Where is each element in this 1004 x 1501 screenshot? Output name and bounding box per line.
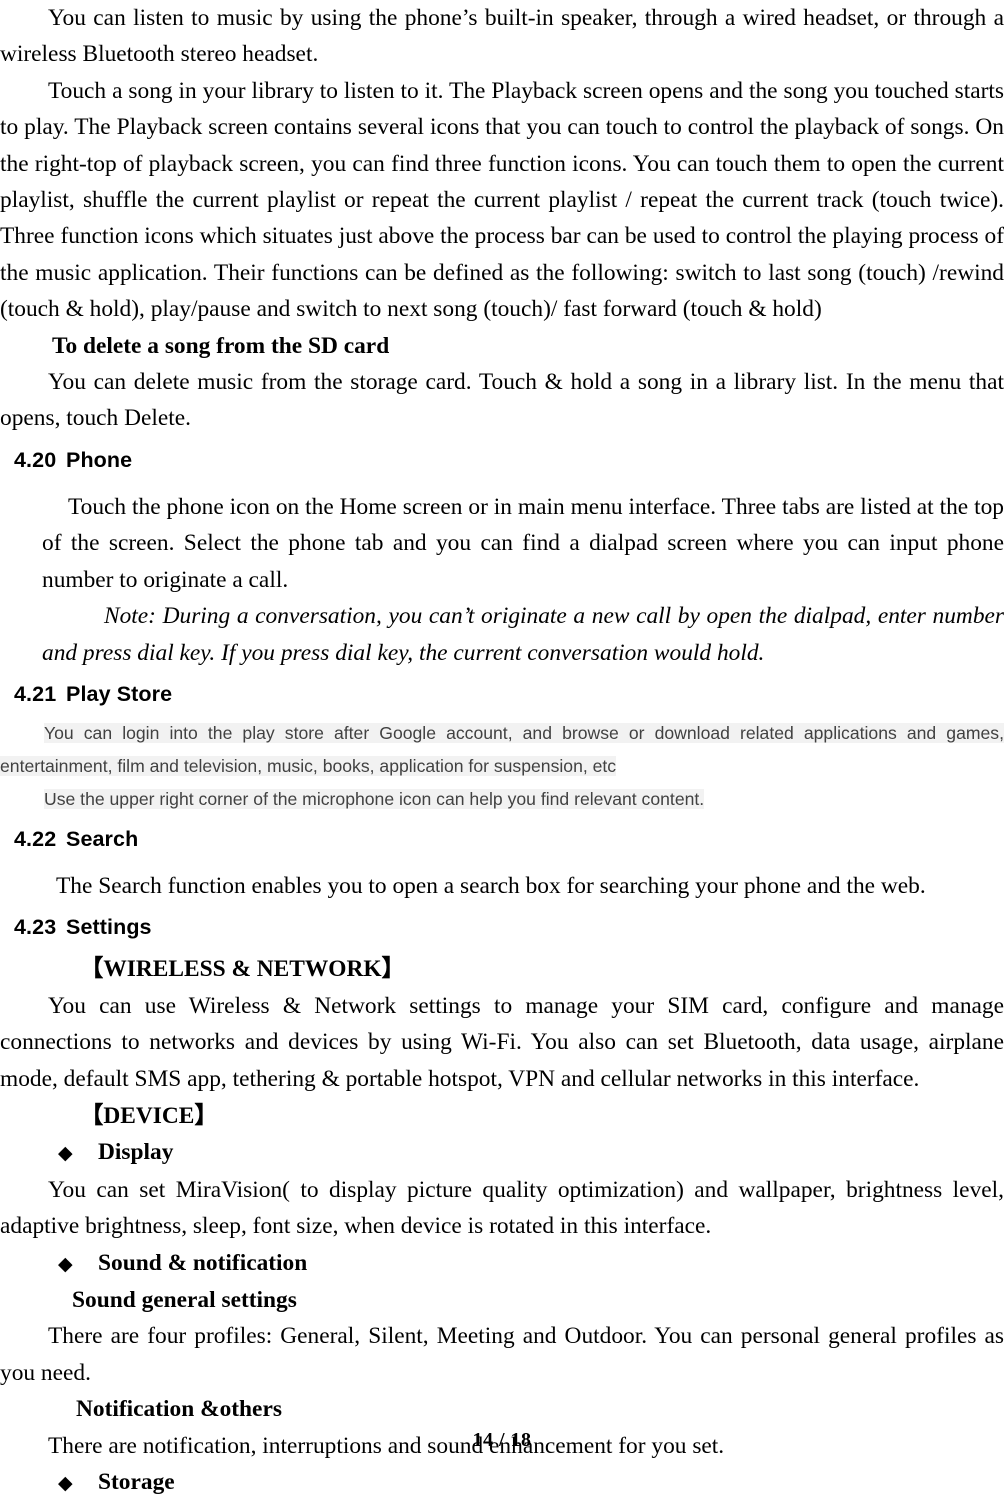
bracket-close-glyph: 】 [194,1100,218,1129]
paragraph-wireless-network-body: You can use Wireless & Network settings … [0,992,1004,1092]
section-heading-phone: 4.20 Phone [0,443,1004,477]
paragraph-delete-song-body: You can delete music from the storage ca… [0,369,1004,432]
paragraph-play-store-microphone: Use the upper right corner of the microp… [0,783,1004,816]
bracket-open-glyph: 【 [80,954,104,983]
bullet-label: Storage [98,1469,175,1495]
highlighted-text: You can login into the play store after … [0,722,1004,776]
section-number: 4.22 [14,826,57,851]
paragraph-search-body: The Search function enables you to open … [56,872,926,899]
section-title: Play Store [66,681,173,706]
section-number: 4.23 [14,915,57,940]
paragraph-playback-screen: Touch a song in your library to listen t… [0,77,1004,323]
section-heading-settings: 4.23 Settings [0,910,1004,944]
paragraph-play-store-login: You can login into the play store after … [0,717,1004,783]
heading-device: 【DEVICE】 [0,1097,1004,1134]
paragraph-sound-general-body: There are four profiles: General, Silent… [0,1323,1004,1386]
bullet-label: Sound & notification [98,1249,308,1276]
diamond-bullet-icon: ◆ [58,1472,73,1494]
section-title: Settings [66,915,152,940]
diamond-bullet-icon: ◆ [58,1142,73,1165]
paragraph-phone-note: Note: During a conversation, you can’t o… [42,603,1004,666]
document-page: You can listen to music by using the pho… [0,0,1004,1495]
paragraph-phone-body: Touch the phone icon on the Home screen … [42,493,1004,593]
bracket-heading-label: WIRELESS & NETWORK [103,956,382,983]
bracket-open-glyph: 【 [80,1100,104,1129]
section-title: Phone [66,447,133,472]
highlighted-text: Use the upper right corner of the microp… [44,788,705,809]
heading-delete-song-sd-card: To delete a song from the SD card [52,332,390,359]
paragraph-display-body: You can set MiraVision( to display pictu… [0,1176,1004,1240]
section-title: Search [66,826,139,851]
section-heading-search: 4.22 Search [0,822,1004,856]
heading-notification-others: Notification &others [76,1396,282,1423]
section-number: 4.20 [14,447,57,472]
page-footer-number: 14 / 18 [472,1429,532,1451]
heading-sound-general-settings: Sound general settings [72,1286,297,1313]
bracket-close-glyph: 】 [381,954,405,983]
bullet-label: Display [98,1139,174,1166]
bullet-item-storage: ◆ Storage [0,1464,1004,1501]
bullet-item-sound-notification: ◆ Sound & notification [0,1245,1004,1282]
heading-wireless-network: 【WIRELESS & NETWORK】 [0,950,1004,987]
bracket-heading-label: DEVICE [103,1102,195,1129]
paragraph-listen-to-music: You can listen to music by using the pho… [0,5,1004,68]
section-heading-play-store: 4.21 Play Store [0,677,1004,711]
section-number: 4.21 [14,681,57,706]
diamond-bullet-icon: ◆ [58,1252,73,1275]
bullet-item-display: ◆ Display [0,1134,1004,1171]
